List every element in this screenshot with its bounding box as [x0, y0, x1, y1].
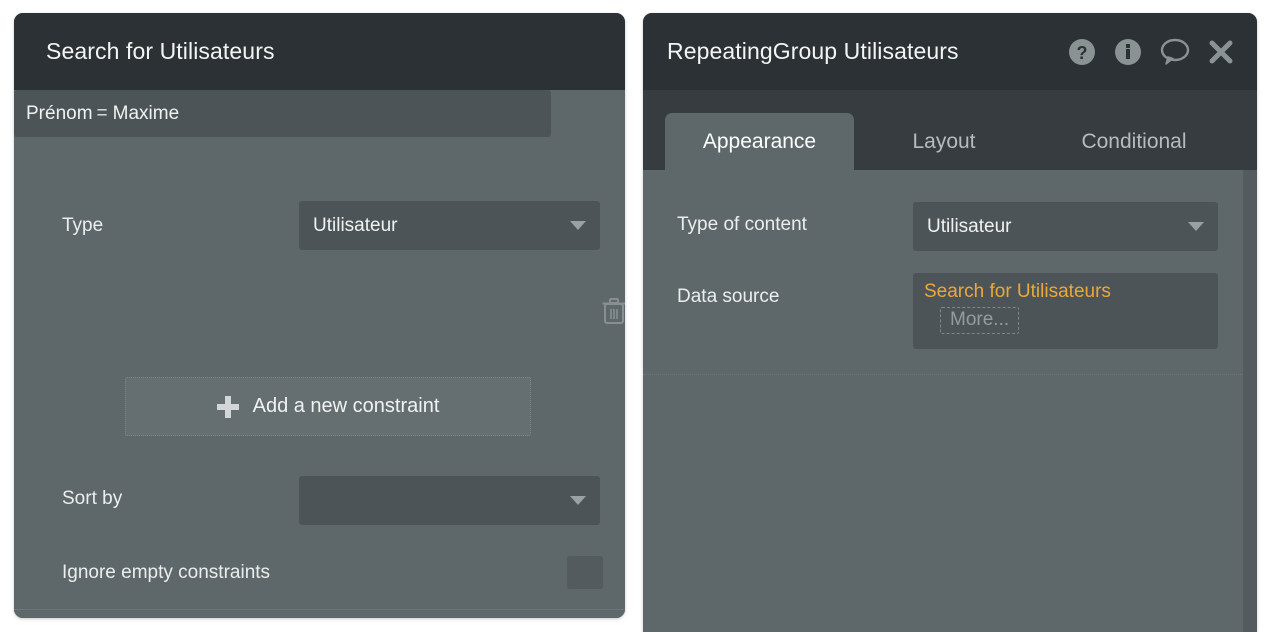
type-of-content-value: Utilisateur — [927, 215, 1012, 237]
add-a-new-constraint-button[interactable]: Add a new constraint — [125, 377, 531, 436]
rg-header-icon-group: ? — [1067, 37, 1235, 67]
data-source-field[interactable]: Search for Utilisateurs More... — [913, 273, 1218, 349]
constraint-value: Maxime — [112, 102, 180, 124]
rg-panel-body: Type of content Utilisateur Data source … — [643, 170, 1257, 632]
rg-panel-title: RepeatingGroup Utilisateurs — [667, 38, 959, 64]
chevron-down-icon — [1188, 222, 1204, 231]
type-label-row: Type — [62, 215, 103, 237]
constraint-field: Prénom — [26, 102, 93, 124]
comment-icon[interactable] — [1159, 37, 1191, 67]
chevron-down-icon — [570, 221, 586, 230]
section-divider — [643, 374, 1243, 375]
type-label: Type — [62, 215, 104, 236]
repeatinggroup-utilisateurs-panel: RepeatingGroup Utilisateurs ? Appearance… — [643, 13, 1257, 632]
rg-tab-strip: Appearance Layout Conditional — [643, 90, 1257, 170]
data-source-value: Search for Utilisateurs — [924, 281, 1111, 302]
constraint-row[interactable]: Prénom = Maxime — [14, 90, 551, 137]
tab-conditional[interactable]: Conditional — [1034, 113, 1234, 170]
sort-by-label-row: Sort by — [62, 488, 122, 510]
ignore-empty-constraints-label: Ignore empty constraints — [62, 562, 271, 583]
constraint-operator: = — [96, 102, 108, 124]
close-icon[interactable] — [1207, 38, 1235, 66]
rg-panel-header: RepeatingGroup Utilisateurs ? — [643, 13, 1257, 90]
type-of-content-label: Type of content — [677, 214, 807, 235]
search-panel-body: Type Utilisateur Prénom = Maxime Add a n… — [14, 90, 625, 618]
search-panel-title: Search for Utilisateurs — [46, 38, 275, 64]
data-source-label: Data source — [677, 286, 780, 307]
tab-appearance[interactable]: Appearance — [665, 113, 854, 170]
ignore-empty-constraints-row: Ignore empty constraints — [62, 562, 270, 584]
search-for-utilisateurs-panel: Search for Utilisateurs Type Utilisateur… — [14, 13, 625, 618]
info-icon[interactable] — [1113, 37, 1143, 67]
help-icon[interactable]: ? — [1067, 37, 1097, 67]
chevron-down-icon — [570, 496, 586, 505]
plus-icon — [216, 395, 239, 418]
svg-text:?: ? — [1077, 43, 1088, 63]
tab-layout[interactable]: Layout — [854, 113, 1034, 170]
type-dropdown-value: Utilisateur — [313, 214, 398, 236]
ignore-empty-constraints-checkbox[interactable] — [567, 556, 603, 589]
search-panel-footer: Close Delete — [14, 609, 625, 618]
data-source-more-button[interactable]: More... — [940, 307, 1020, 334]
sort-by-dropdown[interactable] — [299, 476, 600, 525]
vertical-scrollbar[interactable] — [1243, 170, 1257, 632]
sort-by-label: Sort by — [62, 488, 123, 509]
type-dropdown[interactable]: Utilisateur — [299, 201, 600, 250]
trash-icon[interactable] — [600, 296, 625, 326]
search-panel-header: Search for Utilisateurs — [14, 13, 625, 90]
type-of-content-dropdown[interactable]: Utilisateur — [913, 202, 1218, 251]
add-a-new-constraint-label: Add a new constraint — [252, 395, 440, 417]
